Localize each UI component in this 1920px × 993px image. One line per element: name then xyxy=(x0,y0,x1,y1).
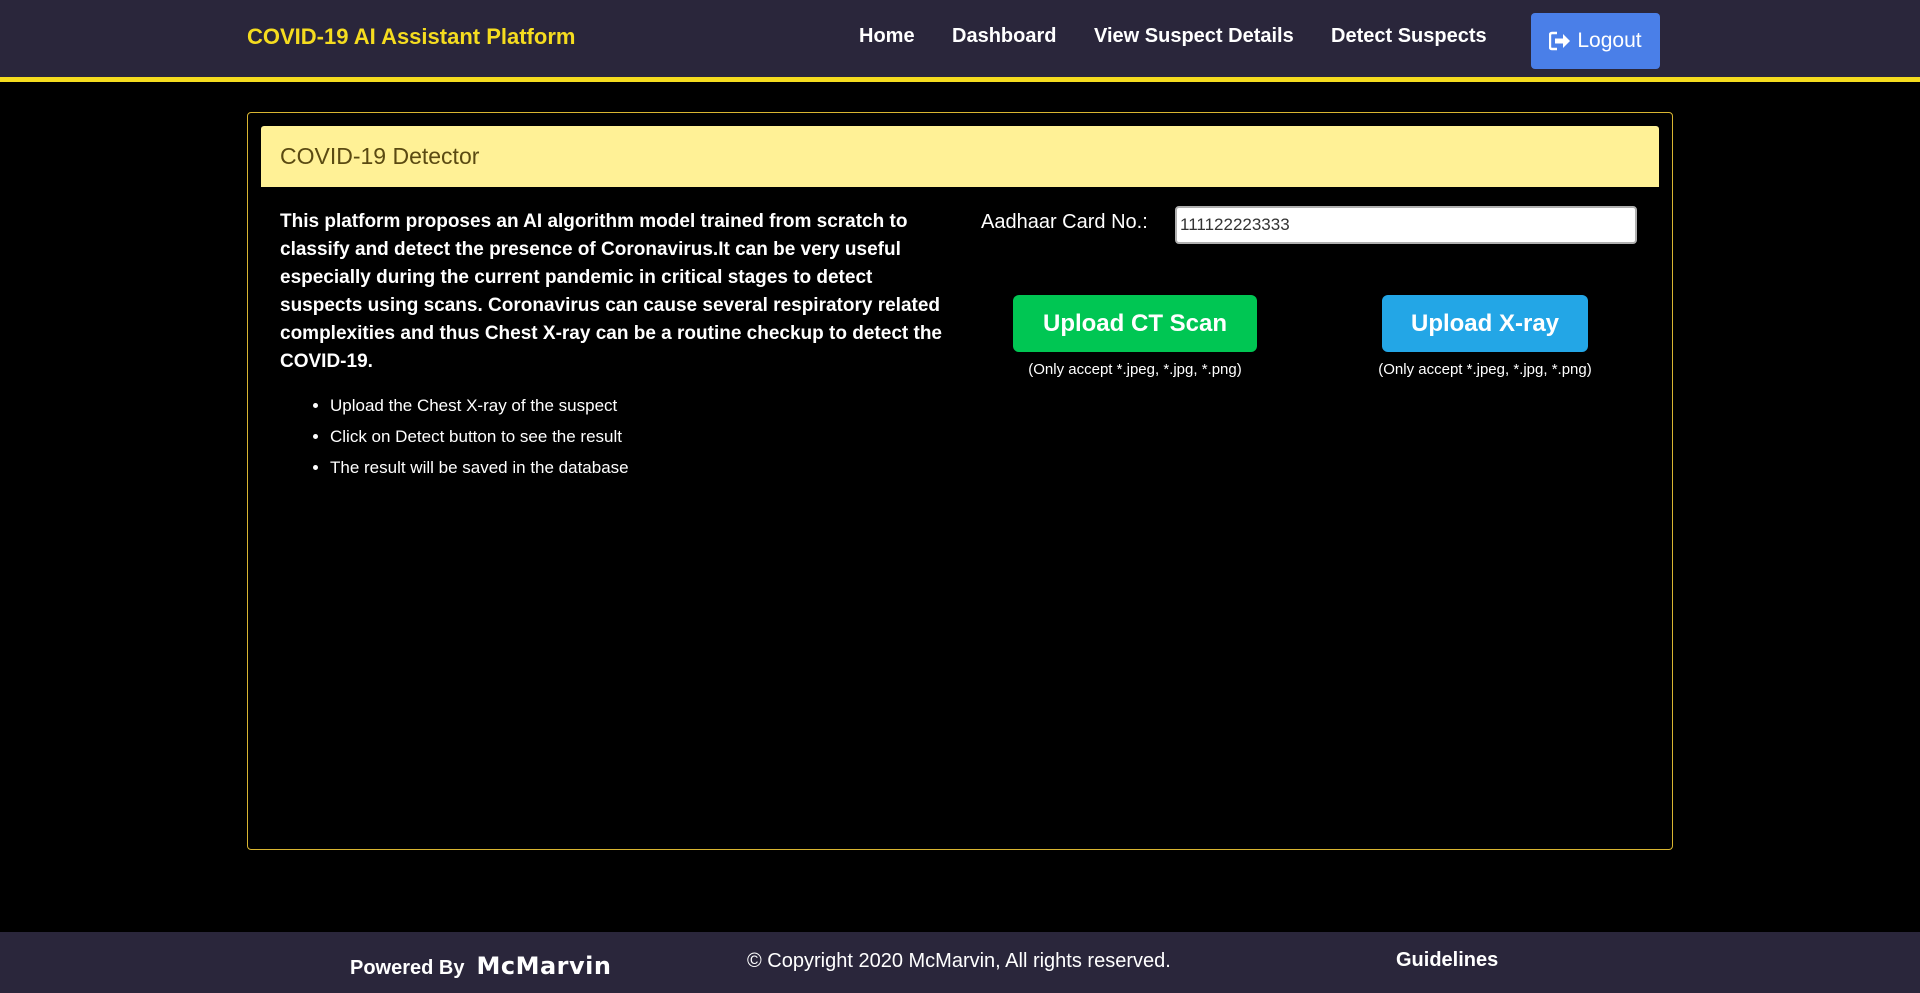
intro-text: This platform proposes an AI algorithm m… xyxy=(280,211,942,372)
upload-ct-scan-button[interactable]: Upload CT Scan xyxy=(1013,295,1257,352)
card-title: COVID-19 Detector xyxy=(280,143,480,169)
upload-ct-note: (Only accept *.jpeg, *.jpg, *.png) xyxy=(1028,361,1242,378)
steps-list: Upload the Chest X-ray of the suspect Cl… xyxy=(280,390,629,483)
upload-xray-note: (Only accept *.jpeg, *.jpg, *.png) xyxy=(1378,361,1592,378)
aadhaar-label: Aadhaar Card No.: xyxy=(981,211,1148,233)
card-header: COVID-19 Detector xyxy=(261,126,1659,187)
aadhaar-input[interactable] xyxy=(1175,206,1637,244)
guidelines-link[interactable]: Guidelines xyxy=(1396,949,1498,972)
nav-view-suspect-details-link[interactable]: View Suspect Details xyxy=(1094,25,1294,48)
step-item: Upload the Chest X-ray of the suspect xyxy=(330,390,629,421)
logout-label: Logout xyxy=(1577,29,1642,52)
nav-dashboard-link[interactable]: Dashboard xyxy=(952,25,1056,48)
mcmarvin-logo: McMarvin xyxy=(476,952,612,980)
powered-by-label: Powered By xyxy=(350,957,465,979)
top-navbar: COVID-19 AI Assistant Platform Home Dash… xyxy=(0,0,1920,82)
detector-card: COVID-19 Detector This platform proposes… xyxy=(247,112,1673,850)
brand-title[interactable]: COVID-19 AI Assistant Platform xyxy=(247,24,575,50)
footer: Powered By McMarvin © Copyright 2020 McM… xyxy=(0,932,1920,993)
upload-xray-button[interactable]: Upload X-ray xyxy=(1382,295,1588,352)
step-item: Click on Detect button to see the result xyxy=(330,421,629,452)
step-item: The result will be saved in the database xyxy=(330,452,629,483)
powered-by: Powered By McMarvin xyxy=(350,952,611,980)
nav-home-link[interactable]: Home xyxy=(859,25,915,48)
copyright-text: © Copyright 2020 McMarvin, All rights re… xyxy=(747,950,1171,972)
logout-button[interactable]: Logout xyxy=(1531,13,1660,69)
nav-detect-suspects-link[interactable]: Detect Suspects xyxy=(1331,25,1487,48)
sign-out-icon xyxy=(1549,31,1571,51)
